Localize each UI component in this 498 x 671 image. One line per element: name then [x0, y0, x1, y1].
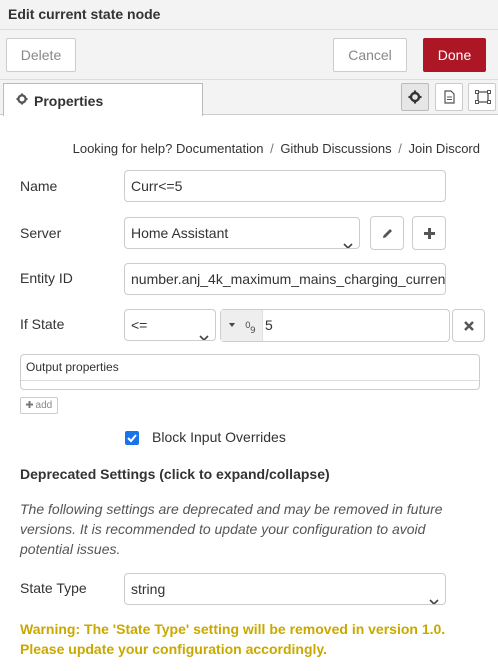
if-state-value: 5 — [265, 317, 273, 333]
chevron-down-icon — [343, 230, 353, 248]
join-discord-link[interactable]: Join Discord — [408, 141, 480, 156]
output-properties-header: Output properties — [21, 355, 479, 381]
done-button[interactable]: Done — [423, 38, 486, 72]
gear-icon — [408, 90, 422, 104]
state-type-label: State Type — [20, 580, 87, 596]
plus-icon — [424, 228, 435, 239]
block-input-overrides-label: Block Input Overrides — [152, 429, 286, 445]
help-prefix: Looking for help? — [72, 141, 173, 156]
add-output-property-button[interactable]: add — [20, 397, 58, 414]
tray-title: Edit current state node — [8, 6, 161, 22]
tray-toolbar: Delete Cancel Done — [0, 30, 498, 80]
if-state-operator-value: <= — [131, 317, 148, 333]
help-separator: / — [398, 141, 402, 156]
number-type-icon: 0 9 — [229, 321, 256, 336]
add-server-button[interactable] — [412, 216, 446, 250]
close-icon — [464, 321, 474, 331]
name-input[interactable]: Curr<=5 — [124, 170, 446, 202]
output-properties-list[interactable]: Output properties — [20, 354, 480, 390]
edit-server-button[interactable] — [370, 216, 404, 250]
chevron-down-icon — [429, 586, 439, 604]
entity-id-label: Entity ID — [20, 270, 73, 286]
delete-button[interactable]: Delete — [6, 38, 76, 72]
entity-id-input[interactable]: number.anj_4k_maximum_mains_charging_cur… — [124, 263, 446, 295]
node-appearance-icon — [475, 90, 491, 104]
checkmark-icon — [127, 434, 137, 443]
if-state-operator-select[interactable]: <= — [124, 309, 216, 341]
add-label: add — [35, 400, 53, 411]
server-label: Server — [20, 225, 62, 241]
help-links: Looking for help? Documentation / Github… — [73, 141, 480, 156]
value-type-selector[interactable]: 0 9 — [221, 310, 263, 341]
state-type-select[interactable]: string — [124, 573, 446, 605]
cancel-button[interactable]: Cancel — [333, 38, 407, 72]
block-input-overrides-checkbox[interactable] — [125, 431, 139, 445]
gear-icon — [16, 92, 28, 108]
clear-if-state-button[interactable] — [452, 309, 485, 342]
if-state-label: If State — [20, 316, 65, 332]
document-icon — [444, 90, 455, 104]
type-nine: 9 — [250, 326, 256, 336]
if-state-typed-input[interactable]: 0 9 5 — [220, 309, 450, 342]
plus-icon — [25, 401, 33, 408]
deprecated-note: The following settings are deprecated an… — [20, 501, 443, 557]
documentation-link[interactable]: Documentation — [176, 141, 263, 156]
description-tab-button[interactable] — [435, 83, 463, 111]
github-discussions-link[interactable]: Github Discussions — [280, 141, 391, 156]
server-value: Home Assistant — [131, 225, 229, 241]
tab-properties-label: Properties — [34, 93, 104, 109]
tray-header: Edit current state node — [0, 0, 498, 30]
chevron-down-icon — [199, 322, 209, 340]
tab-properties[interactable]: Properties — [3, 83, 203, 116]
appearance-tab-button[interactable] — [468, 83, 496, 111]
state-type-warning: Warning: The 'State Type' setting will b… — [20, 621, 446, 657]
server-select[interactable]: Home Assistant — [124, 217, 360, 249]
tab-bar: Properties — [0, 80, 498, 116]
settings-tab-button[interactable] — [401, 83, 429, 111]
help-separator: / — [270, 141, 274, 156]
state-type-value: string — [131, 581, 166, 597]
deprecated-settings-toggle[interactable]: Deprecated Settings (click to expand/col… — [20, 466, 330, 482]
name-label: Name — [20, 178, 58, 194]
pencil-icon — [383, 229, 392, 238]
